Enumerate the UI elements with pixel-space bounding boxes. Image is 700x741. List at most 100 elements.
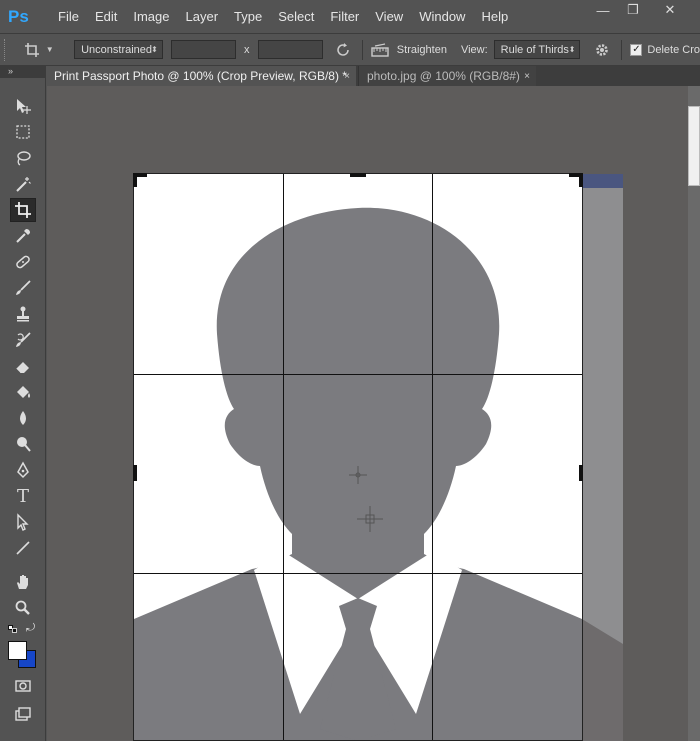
toolbox-collapse-button[interactable]: »	[0, 66, 46, 78]
stamp-icon	[17, 306, 29, 322]
hand-icon	[17, 575, 28, 589]
hand-tool[interactable]	[10, 570, 36, 594]
tab-label: Print Passport Photo @ 100% (Crop Previe…	[54, 69, 347, 83]
grid-line-h1	[134, 374, 582, 375]
crop-icon	[24, 42, 39, 57]
chevron-down-icon: ▼	[45, 45, 54, 54]
quick-mask-icon	[15, 680, 31, 692]
vertical-scrollbar[interactable]	[688, 86, 700, 741]
grid-line-v2	[432, 174, 433, 741]
crop-area[interactable]	[134, 174, 582, 741]
width-field[interactable]	[170, 40, 237, 59]
menu-layer[interactable]: Layer	[178, 9, 227, 24]
eyedropper-icon	[16, 229, 30, 243]
path-selection-icon	[17, 513, 29, 531]
crop-handle-middle-right[interactable]	[579, 465, 583, 481]
reset-button[interactable]	[333, 39, 354, 61]
tab-photo-jpg[interactable]: photo.jpg @ 100% (RGB/8#) ×	[358, 66, 536, 86]
straighten-button[interactable]: Straighten	[371, 42, 447, 57]
crop-handle-top-left[interactable]	[133, 173, 137, 187]
scrollbar-thumb[interactable]	[688, 106, 700, 186]
swap-dimensions-label[interactable]: x	[244, 44, 250, 56]
dodge-tool[interactable]	[10, 432, 36, 456]
menu-image[interactable]: Image	[125, 9, 177, 24]
crop-tool[interactable]	[10, 198, 36, 222]
straighten-icon	[371, 42, 389, 57]
menu-file[interactable]: File	[50, 9, 87, 24]
minimize-button[interactable]: —	[588, 0, 618, 20]
blur-tool[interactable]	[10, 406, 36, 430]
gear-icon	[596, 43, 608, 56]
swap-colors-icon[interactable]: ⤾	[26, 622, 35, 635]
photoshop-logo: Ps	[8, 6, 29, 26]
close-icon[interactable]: ×	[344, 71, 350, 82]
height-field[interactable]	[257, 40, 323, 59]
view-select-value: Rule of Thirds	[500, 43, 569, 56]
lasso-icon	[17, 151, 31, 166]
checkmark-icon: ✓	[630, 43, 643, 56]
menu-window[interactable]: Window	[411, 9, 473, 24]
ratio-select-value: Unconstrained	[81, 43, 153, 56]
paint-bucket-tool[interactable]	[10, 380, 36, 404]
options-bar-grip[interactable]	[4, 38, 10, 61]
restore-button[interactable]: ❐	[618, 0, 648, 20]
ratio-select[interactable]: Unconstrained ⬍	[74, 40, 163, 59]
crop-settings-button[interactable]	[590, 39, 613, 61]
clone-stamp-tool[interactable]	[10, 302, 36, 326]
drop-icon	[20, 411, 26, 425]
magic-wand-icon	[16, 177, 31, 192]
history-brush-icon	[16, 332, 31, 347]
window-controls: — ❐ ✕	[588, 0, 692, 20]
quick-mask-tool[interactable]	[10, 674, 36, 698]
tab-print-passport-photo[interactable]: Print Passport Photo @ 100% (Crop Previe…	[46, 66, 356, 86]
marquee-tool[interactable]	[10, 120, 36, 144]
foreground-color-swatch[interactable]	[8, 641, 27, 660]
updown-caret-icon: ⬍	[151, 45, 158, 54]
document-tabs: Print Passport Photo @ 100% (Crop Previe…	[0, 66, 700, 86]
delete-cropped-checkbox[interactable]: ✓ Delete Cro	[630, 43, 700, 56]
toolbox: » T ⤾	[0, 66, 46, 741]
tool-preset-picker[interactable]: ▼	[24, 42, 62, 58]
healing-brush-tool[interactable]	[10, 250, 36, 274]
close-button[interactable]: ✕	[648, 0, 692, 20]
brush-tool[interactable]	[10, 276, 36, 300]
line-icon	[16, 541, 30, 555]
crop-handle-top-right[interactable]	[579, 173, 583, 187]
menu-view[interactable]: View	[367, 9, 411, 24]
move-tool[interactable]	[10, 94, 36, 118]
zoom-tool[interactable]	[10, 596, 36, 620]
bucket-icon	[17, 386, 30, 398]
menu-bar: Ps File Edit Image Layer Type Select Fil…	[0, 0, 700, 33]
overlay-view-select[interactable]: Rule of Thirds ⬍	[493, 40, 581, 59]
crop-icon	[15, 202, 31, 218]
color-swap-controls: ⤾	[8, 622, 38, 636]
menu-select[interactable]: Select	[270, 9, 322, 24]
delete-cropped-label: Delete Cro	[647, 43, 700, 56]
lasso-tool[interactable]	[10, 146, 36, 170]
straighten-label: Straighten	[396, 43, 447, 56]
path-selection-tool[interactable]	[10, 510, 36, 534]
menu-type[interactable]: Type	[226, 9, 270, 24]
grid-line-h2	[134, 573, 582, 574]
menu-filter[interactable]: Filter	[322, 9, 367, 24]
crop-handle-top-center[interactable]	[350, 173, 366, 177]
divider	[361, 39, 363, 60]
marquee-icon	[16, 125, 30, 139]
crop-handle-middle-left[interactable]	[133, 465, 137, 481]
pen-icon	[17, 461, 29, 479]
photo-outside-crop-right	[582, 174, 623, 741]
menu-help[interactable]: Help	[473, 9, 516, 24]
brush-icon	[16, 280, 31, 295]
history-brush-tool[interactable]	[10, 328, 36, 352]
line-tool[interactable]	[10, 536, 36, 560]
pen-tool[interactable]	[10, 458, 36, 482]
grid-line-v1	[283, 174, 284, 741]
menu-edit[interactable]: Edit	[87, 9, 125, 24]
eraser-tool[interactable]	[10, 354, 36, 378]
passport-silhouette	[134, 174, 582, 741]
close-icon[interactable]: ×	[524, 71, 530, 82]
type-tool[interactable]: T	[10, 484, 36, 508]
magic-wand-tool[interactable]	[10, 172, 36, 196]
screen-mode-tool[interactable]	[10, 702, 36, 726]
eyedropper-tool[interactable]	[10, 224, 36, 248]
